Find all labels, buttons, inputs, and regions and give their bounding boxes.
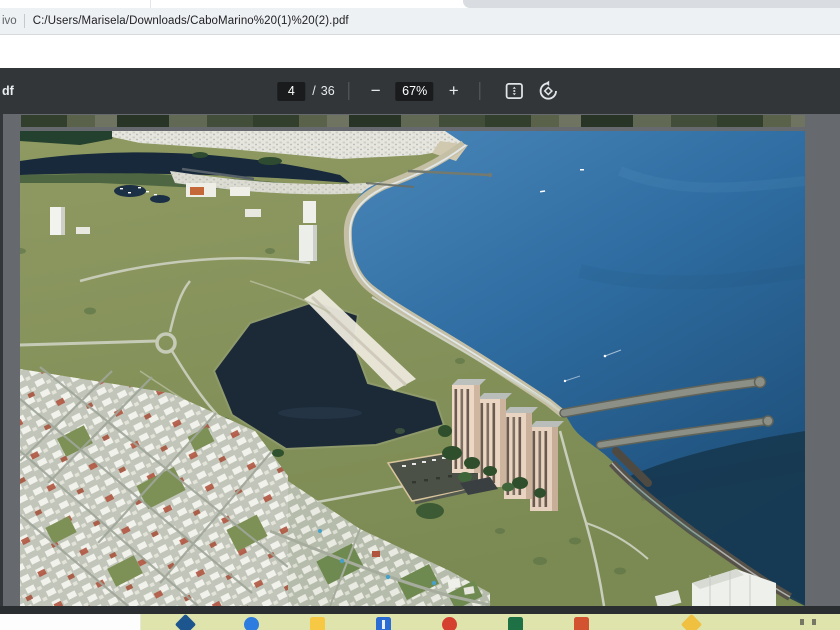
browser-gap — [0, 35, 840, 68]
word-icon[interactable] — [376, 617, 391, 630]
zoom-out-button[interactable]: − — [364, 77, 388, 105]
fit-to-page-button[interactable] — [501, 77, 529, 105]
toolbar-separator — [349, 82, 350, 100]
zoom-level[interactable]: 67% — [396, 82, 434, 101]
taskbar-tray-partial[interactable] — [800, 619, 804, 625]
taskbar-tray-partial[interactable] — [812, 619, 816, 625]
pdf-title-partial: df — [2, 68, 14, 114]
browser-circle-icon[interactable] — [244, 617, 259, 630]
url-text: C:/Users/Marisela/Downloads/CaboMarino%2… — [33, 15, 349, 27]
pdf-toolbar: df 4 / 36 − 67% + — [0, 68, 840, 114]
fit-to-page-icon — [504, 80, 526, 102]
zoom-in-button[interactable]: + — [442, 77, 466, 105]
photos-icon[interactable] — [681, 614, 702, 630]
window-bottom-edge — [0, 606, 840, 614]
pdf-page — [20, 131, 805, 606]
aerial-photo — [20, 131, 805, 606]
inactive-tab-area[interactable] — [463, 0, 840, 8]
browser-tab-strip[interactable] — [0, 0, 840, 8]
tab-divider — [150, 0, 151, 8]
rotate-counterclockwise-icon — [538, 80, 560, 102]
red-app-icon[interactable] — [442, 617, 457, 630]
menu-label-partial[interactable]: ivo — [2, 15, 17, 27]
page-total: 36 — [321, 84, 335, 98]
page-number-input[interactable]: 4 — [277, 82, 305, 101]
pdf-toolbar-controls: 4 / 36 − 67% + — [277, 68, 562, 114]
address-bar-separator — [24, 14, 25, 28]
screen: ivo C:/Users/Marisela/Downloads/CaboMari… — [0, 0, 840, 630]
powerpoint-icon[interactable] — [574, 617, 589, 630]
address-bar[interactable]: ivo C:/Users/Marisela/Downloads/CaboMari… — [0, 8, 840, 35]
taskbar — [0, 614, 840, 630]
folder-icon[interactable] — [310, 617, 325, 630]
toolbar-separator — [480, 82, 481, 100]
pdf-viewport[interactable] — [0, 114, 840, 606]
edge-icon[interactable] — [175, 614, 196, 630]
excel-icon[interactable] — [508, 617, 523, 630]
word-icon-bar — [382, 620, 385, 629]
taskbar-search-area[interactable] — [0, 614, 141, 630]
rotate-button[interactable] — [535, 77, 563, 105]
page-divider: / — [312, 84, 315, 98]
previous-page-sliver — [21, 115, 805, 127]
